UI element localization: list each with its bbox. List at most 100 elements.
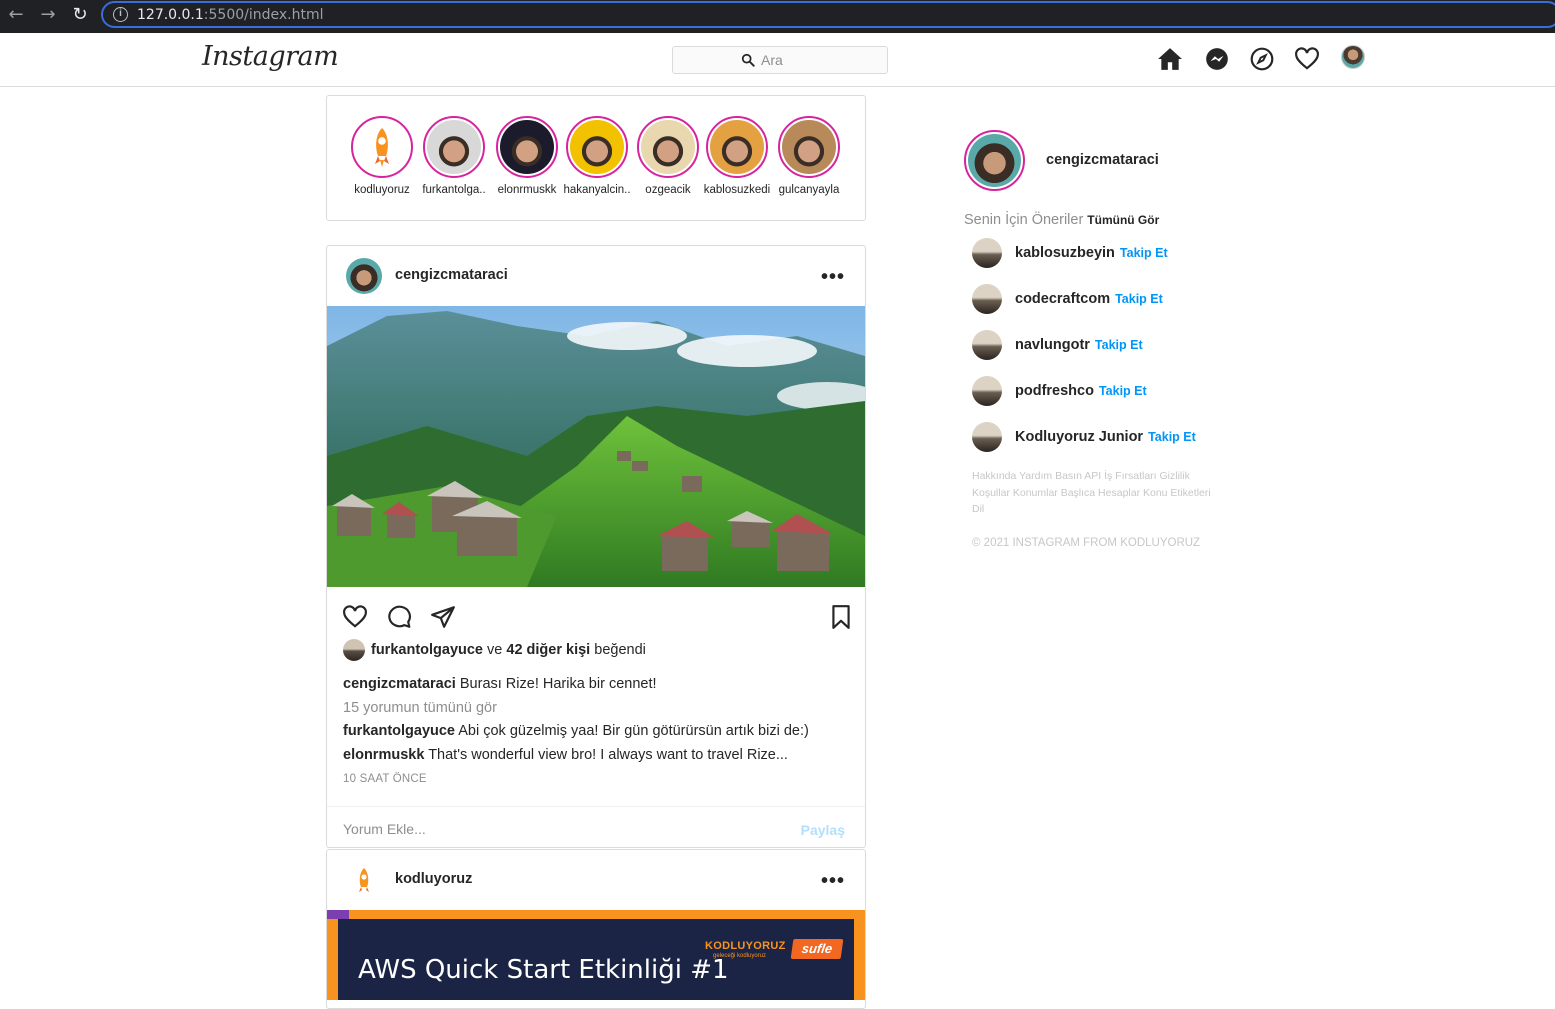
- add-comment-row: Paylaş: [327, 806, 865, 852]
- top-navbar: Instagram: [0, 33, 1555, 87]
- story-ring[interactable]: [706, 116, 768, 178]
- story-item[interactable]: kodluyoruz: [346, 116, 418, 196]
- reload-icon[interactable]: ↻: [68, 4, 92, 26]
- address-bar[interactable]: i 127.0.0.1:5500/index.html: [101, 1, 1555, 28]
- post-caption-block: cengizcmataraci Burası Rize! Harika bir …: [327, 663, 865, 767]
- suggestion-avatar[interactable]: [972, 238, 1002, 268]
- banner-title: AWS Quick Start Etkinliği #1: [358, 955, 729, 985]
- heart-activity-icon[interactable]: [1294, 46, 1320, 72]
- suggestion-avatar[interactable]: [972, 422, 1002, 452]
- my-username[interactable]: cengizcmataraci: [1046, 152, 1159, 168]
- story-ring[interactable]: [423, 116, 485, 178]
- follow-button[interactable]: Takip Et: [1148, 430, 1196, 444]
- suggestion-username[interactable]: navlungotr: [1015, 337, 1090, 353]
- comment-item: elonrmuskk That's wonderful view bro! I …: [343, 744, 849, 768]
- search-icon: [741, 53, 755, 67]
- story-username: elonrmuskk: [497, 184, 557, 196]
- story-username: ozgeacik: [645, 184, 691, 196]
- post-image[interactable]: [327, 306, 877, 587]
- site-info-icon[interactable]: i: [113, 7, 128, 22]
- story-avatar: [570, 120, 624, 174]
- back-arrow-icon[interactable]: ←: [4, 4, 28, 26]
- post-author-name[interactable]: cengizcmataraci: [395, 267, 508, 283]
- story-item[interactable]: kablosuzkedi: [701, 116, 773, 196]
- kodluyoruz-tagline: geleceği kodluyoruz: [713, 953, 767, 959]
- my-profile-avatar[interactable]: [964, 130, 1025, 191]
- comment-author[interactable]: furkantolgayuce: [343, 723, 455, 739]
- suggestion-username[interactable]: codecraftcom: [1015, 291, 1110, 307]
- story-item[interactable]: elonrmuskk: [491, 116, 563, 196]
- comment-bubble-icon[interactable]: [386, 604, 412, 630]
- post-author-avatar[interactable]: [346, 258, 382, 294]
- story-avatar: [641, 120, 695, 174]
- like-heart-icon[interactable]: [342, 604, 368, 630]
- story-item[interactable]: ozgeacik: [632, 116, 704, 196]
- story-item[interactable]: hakanyalcin..: [561, 116, 633, 196]
- suggestions-heading: Senin İçin Öneriler Tümünü Gör: [964, 212, 1159, 228]
- story-item[interactable]: gulcanyayla: [773, 116, 845, 196]
- footer-links[interactable]: Hakkında Yardım Basın API İş Fırsatları …: [972, 468, 1212, 518]
- likes-count[interactable]: 42 diğer kişi: [506, 642, 590, 658]
- caption: cengizcmataraci Burası Rize! Harika bir …: [343, 673, 849, 697]
- suggestion-item: kablosuzbeyin Takip Et: [972, 238, 1168, 268]
- post-header: cengizcmataraci •••: [327, 246, 865, 306]
- event-banner: AWS Quick Start Etkinliği #1 KODLUYORUZ …: [338, 919, 854, 1000]
- suggestion-username[interactable]: kablosuzbeyin: [1015, 245, 1115, 261]
- follow-button[interactable]: Takip Et: [1095, 338, 1143, 352]
- post-comment-button[interactable]: Paylaş: [801, 822, 845, 838]
- story-username: furkantolga..: [422, 184, 486, 196]
- story-username: gulcanyayla: [778, 184, 840, 196]
- suggestion-avatar[interactable]: [972, 376, 1002, 406]
- suggestion-avatar[interactable]: [972, 284, 1002, 314]
- post-author-name[interactable]: kodluyoruz: [395, 871, 472, 887]
- follow-button[interactable]: Takip Et: [1115, 292, 1163, 306]
- story-username: kablosuzkedi: [703, 184, 771, 196]
- view-all-comments-link[interactable]: 15 yorumun tümünü gör: [343, 697, 849, 721]
- explore-compass-icon[interactable]: [1249, 46, 1275, 72]
- kodluyoruz-rocket-avatar[interactable]: [346, 862, 382, 898]
- suggestion-username[interactable]: Kodluyoruz Junior: [1015, 429, 1143, 445]
- post-header: kodluyoruz •••: [327, 850, 865, 910]
- instagram-logo[interactable]: Instagram: [202, 41, 339, 72]
- messenger-icon[interactable]: [1204, 46, 1230, 72]
- home-icon[interactable]: [1157, 46, 1183, 72]
- url-text[interactable]: 127.0.0.1:5500/index.html: [137, 7, 324, 23]
- post-image[interactable]: AWS Quick Start Etkinliği #1 KODLUYORUZ …: [327, 910, 865, 1000]
- search-input[interactable]: [761, 52, 871, 68]
- likes-and: ve: [487, 642, 503, 658]
- search-box[interactable]: [672, 46, 888, 74]
- caption-author[interactable]: cengizcmataraci: [343, 676, 456, 692]
- follow-button[interactable]: Takip Et: [1120, 246, 1168, 260]
- url-path: :5500/index.html: [203, 7, 324, 23]
- post-card: kodluyoruz ••• AWS Quick Start Etkinliği…: [326, 849, 866, 1009]
- suggestion-item: podfreshco Takip Et: [972, 376, 1147, 406]
- forward-arrow-icon[interactable]: →: [36, 4, 60, 26]
- story-ring[interactable]: [637, 116, 699, 178]
- suggestion-item: Kodluyoruz Junior Takip Et: [972, 422, 1196, 452]
- liker-name[interactable]: furkantolgayuce: [371, 642, 483, 658]
- story-username: hakanyalcin..: [563, 184, 631, 196]
- url-host: 127.0.0.1: [137, 7, 204, 23]
- suggestion-avatar[interactable]: [972, 330, 1002, 360]
- story-ring[interactable]: [351, 116, 413, 178]
- comment-text: That's wonderful view bro! I always want…: [428, 746, 788, 763]
- suggestion-username[interactable]: podfreshco: [1015, 383, 1094, 399]
- story-avatar: [782, 120, 836, 174]
- liker-avatar[interactable]: [343, 639, 365, 661]
- see-all-link[interactable]: Tümünü Gör: [1087, 213, 1159, 227]
- story-ring[interactable]: [496, 116, 558, 178]
- bookmark-icon[interactable]: [828, 604, 854, 630]
- follow-button[interactable]: Takip Et: [1099, 384, 1147, 398]
- post-timestamp: 10 SAAT ÖNCE: [343, 773, 427, 785]
- story-ring[interactable]: [566, 116, 628, 178]
- story-ring[interactable]: [778, 116, 840, 178]
- browser-toolbar: ← → ↻ i 127.0.0.1:5500/index.html: [0, 0, 1555, 33]
- comment-input[interactable]: [343, 821, 723, 837]
- story-avatar: [500, 120, 554, 174]
- more-options-icon[interactable]: •••: [821, 266, 845, 289]
- comment-author[interactable]: elonrmuskk: [343, 747, 424, 763]
- share-paper-plane-icon[interactable]: [430, 604, 456, 630]
- profile-avatar[interactable]: [1341, 45, 1365, 69]
- more-options-icon[interactable]: •••: [821, 870, 845, 893]
- story-item[interactable]: furkantolga..: [418, 116, 490, 196]
